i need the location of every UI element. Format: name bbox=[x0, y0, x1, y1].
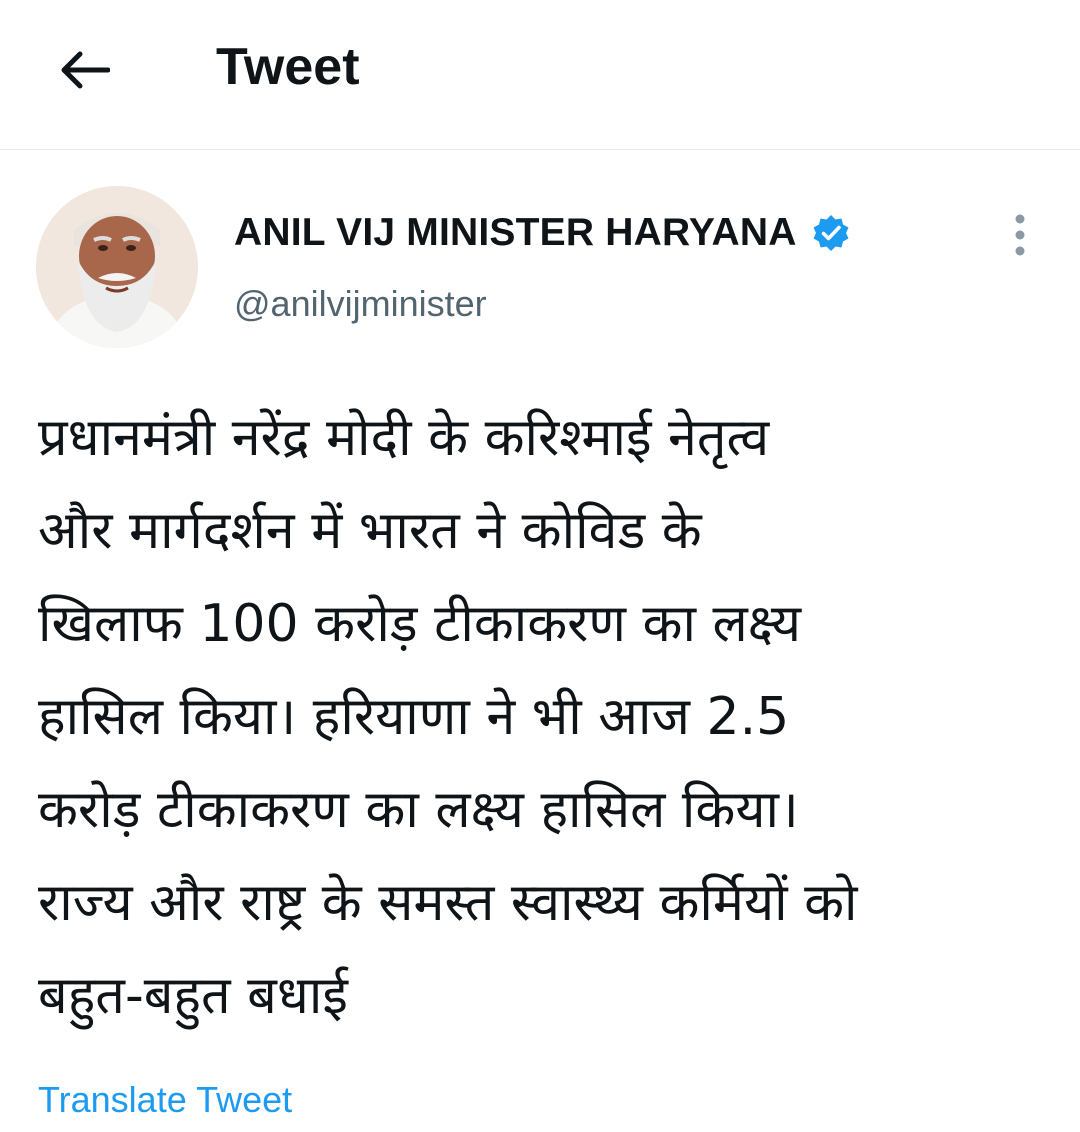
translate-tweet-link[interactable]: Translate Tweet bbox=[38, 1078, 292, 1122]
tweet-text: प्रधानमंत्री नरेंद्र मोदी के करिश्माई ने… bbox=[38, 408, 858, 1026]
author-name-row[interactable]: ANIL VIJ MINISTER HARYANA bbox=[234, 205, 851, 261]
profile-photo bbox=[36, 186, 198, 348]
header-divider bbox=[0, 149, 1080, 150]
author-handle[interactable]: @anilvijminister bbox=[234, 281, 487, 327]
avatar[interactable] bbox=[36, 186, 198, 348]
more-options-button[interactable] bbox=[998, 208, 1042, 262]
verified-badge-icon bbox=[811, 213, 851, 253]
page-title: Tweet bbox=[216, 38, 360, 96]
top-bar: Tweet bbox=[0, 0, 1080, 150]
back-button[interactable] bbox=[52, 38, 116, 102]
more-vertical-icon bbox=[1015, 214, 1025, 256]
arrow-left-icon bbox=[61, 51, 110, 89]
author-display-name[interactable]: ANIL VIJ MINISTER HARYANA bbox=[234, 211, 797, 255]
